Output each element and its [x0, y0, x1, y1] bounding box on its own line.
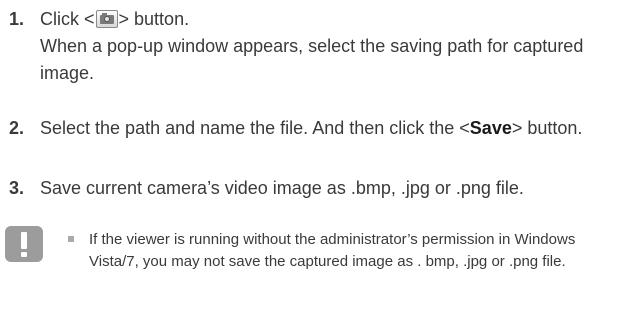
- camera-capture-icon: [95, 10, 118, 28]
- step-detail: When a pop-up window appears, select the…: [40, 36, 584, 83]
- step-number: 2.: [9, 118, 25, 138]
- exclamation-icon: [5, 226, 43, 262]
- step-text: Select the path and name the file. And t…: [40, 118, 470, 138]
- step-body: Save current camera’s video image as .bm…: [40, 175, 626, 202]
- step-instruction: Save current camera’s video image as .bm…: [40, 178, 524, 198]
- step-body: Select the path and name the file. And t…: [40, 115, 626, 142]
- bullet-icon: [68, 236, 74, 242]
- step-text: Click <: [40, 9, 95, 29]
- step-instruction: Select the path and name the file. And t…: [40, 115, 615, 142]
- step-body: Click < > button. When a pop-up window ap…: [40, 6, 626, 87]
- step-number: 1.: [9, 9, 25, 29]
- step-instruction: Click < > button.: [40, 6, 626, 33]
- note-text: If the viewer is running without the adm…: [89, 231, 576, 270]
- step-number: 3.: [9, 178, 25, 198]
- save-label: Save: [469, 118, 512, 138]
- step-text: > button.: [511, 118, 583, 138]
- step-text: > button.: [118, 9, 190, 29]
